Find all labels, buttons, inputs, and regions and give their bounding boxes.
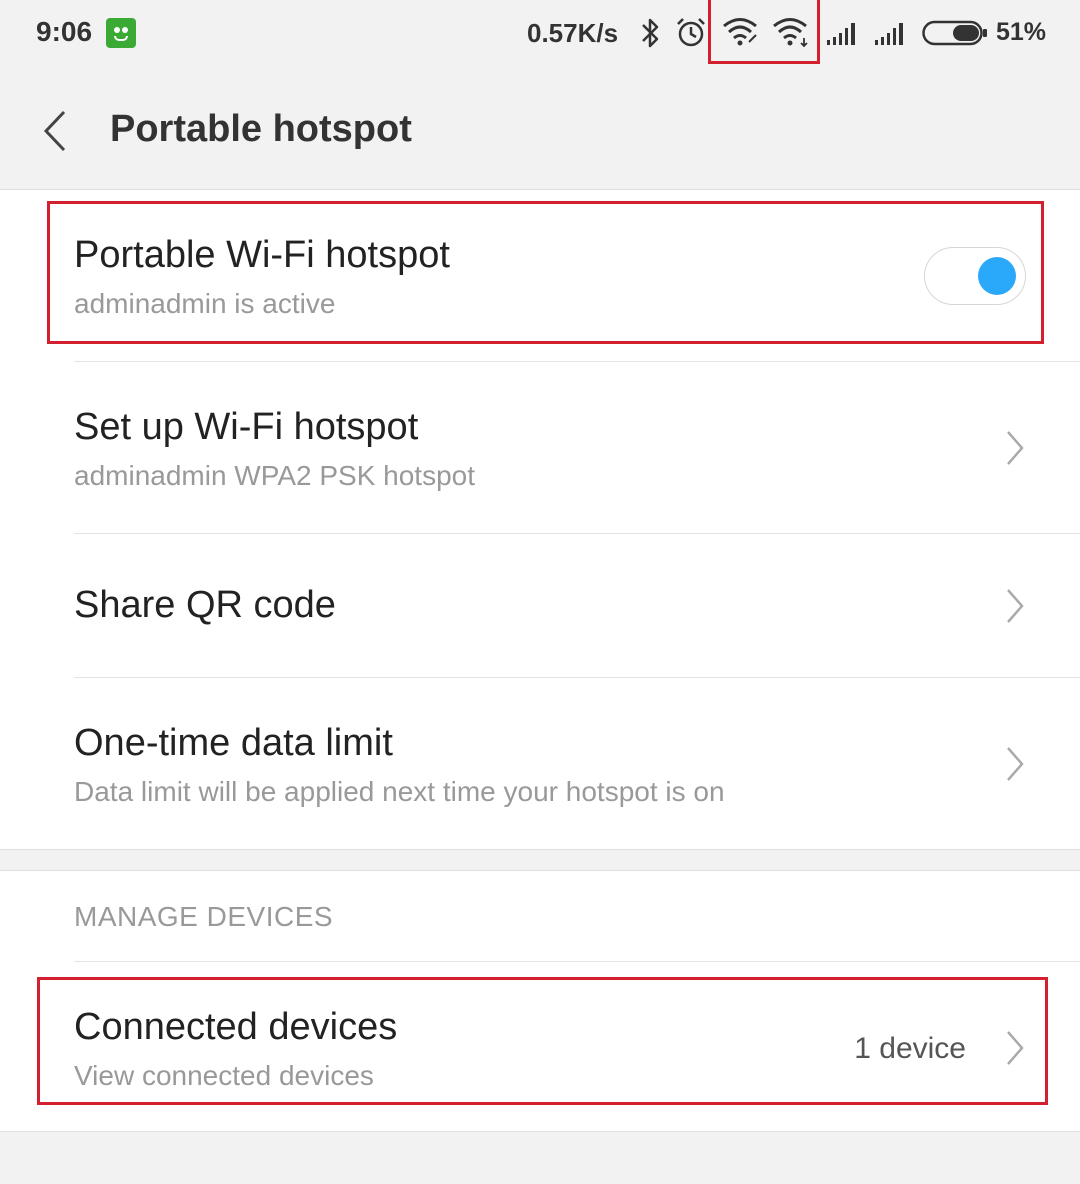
chevron-right-icon [1007,589,1024,623]
section-header: MANAGE DEVICES [74,901,334,932]
battery-percent: 51% [996,18,1047,46]
toggle-knob [978,257,1016,295]
manage-devices-panel: MANAGE DEVICES Connected devices View co… [0,870,1080,1132]
status-bar: 9:06 0.57K/s 51% [0,0,1080,70]
chevron-right-icon [1007,1031,1024,1065]
alarm-icon [677,18,705,47]
chevron-right-icon [1007,747,1024,781]
hotspot-toggle-row[interactable]: Portable Wi-Fi hotspot adminadmin is act… [0,190,1080,362]
connected-devices-subtitle: View connected devices [74,1060,374,1091]
share-qr-row[interactable]: Share QR code [0,534,1080,678]
page-title: Portable hotspot [110,108,412,150]
app-notification-icon [106,18,136,48]
setup-hotspot-subtitle: adminadmin WPA2 PSK hotspot [74,460,476,491]
connected-devices-row[interactable]: Connected devices View connected devices… [0,962,1080,1133]
data-limit-row[interactable]: One-time data limit Data limit will be a… [0,678,1080,850]
chevron-right-icon [1007,431,1024,465]
header: Portable hotspot [0,70,1080,190]
battery-icon [922,20,987,46]
status-time: 9:06 [36,16,93,47]
back-button[interactable] [36,106,76,156]
connected-devices-count: 1 device [854,1032,966,1065]
wifi-hotspot-icon [773,18,808,48]
hotspot-toggle-switch[interactable] [924,247,1026,305]
hotspot-toggle-title: Portable Wi-Fi hotspot [74,234,450,276]
hotspot-settings-panel: Portable Wi-Fi hotspot adminadmin is act… [0,190,1080,850]
connected-devices-title: Connected devices [74,1006,398,1048]
wifi-linked-icon [723,18,757,46]
signal-sim1-icon [827,23,855,45]
data-limit-subtitle: Data limit will be applied next time you… [74,776,725,807]
signal-sim2-icon [875,23,903,45]
data-limit-title: One-time data limit [74,722,393,764]
hotspot-toggle-subtitle: adminadmin is active [74,288,336,319]
bluetooth-icon [642,18,659,48]
network-speed: 0.57K/s [527,18,619,48]
setup-hotspot-title: Set up Wi-Fi hotspot [74,406,419,448]
share-qr-title: Share QR code [74,584,336,626]
setup-hotspot-row[interactable]: Set up Wi-Fi hotspot adminadmin WPA2 PSK… [0,362,1080,534]
